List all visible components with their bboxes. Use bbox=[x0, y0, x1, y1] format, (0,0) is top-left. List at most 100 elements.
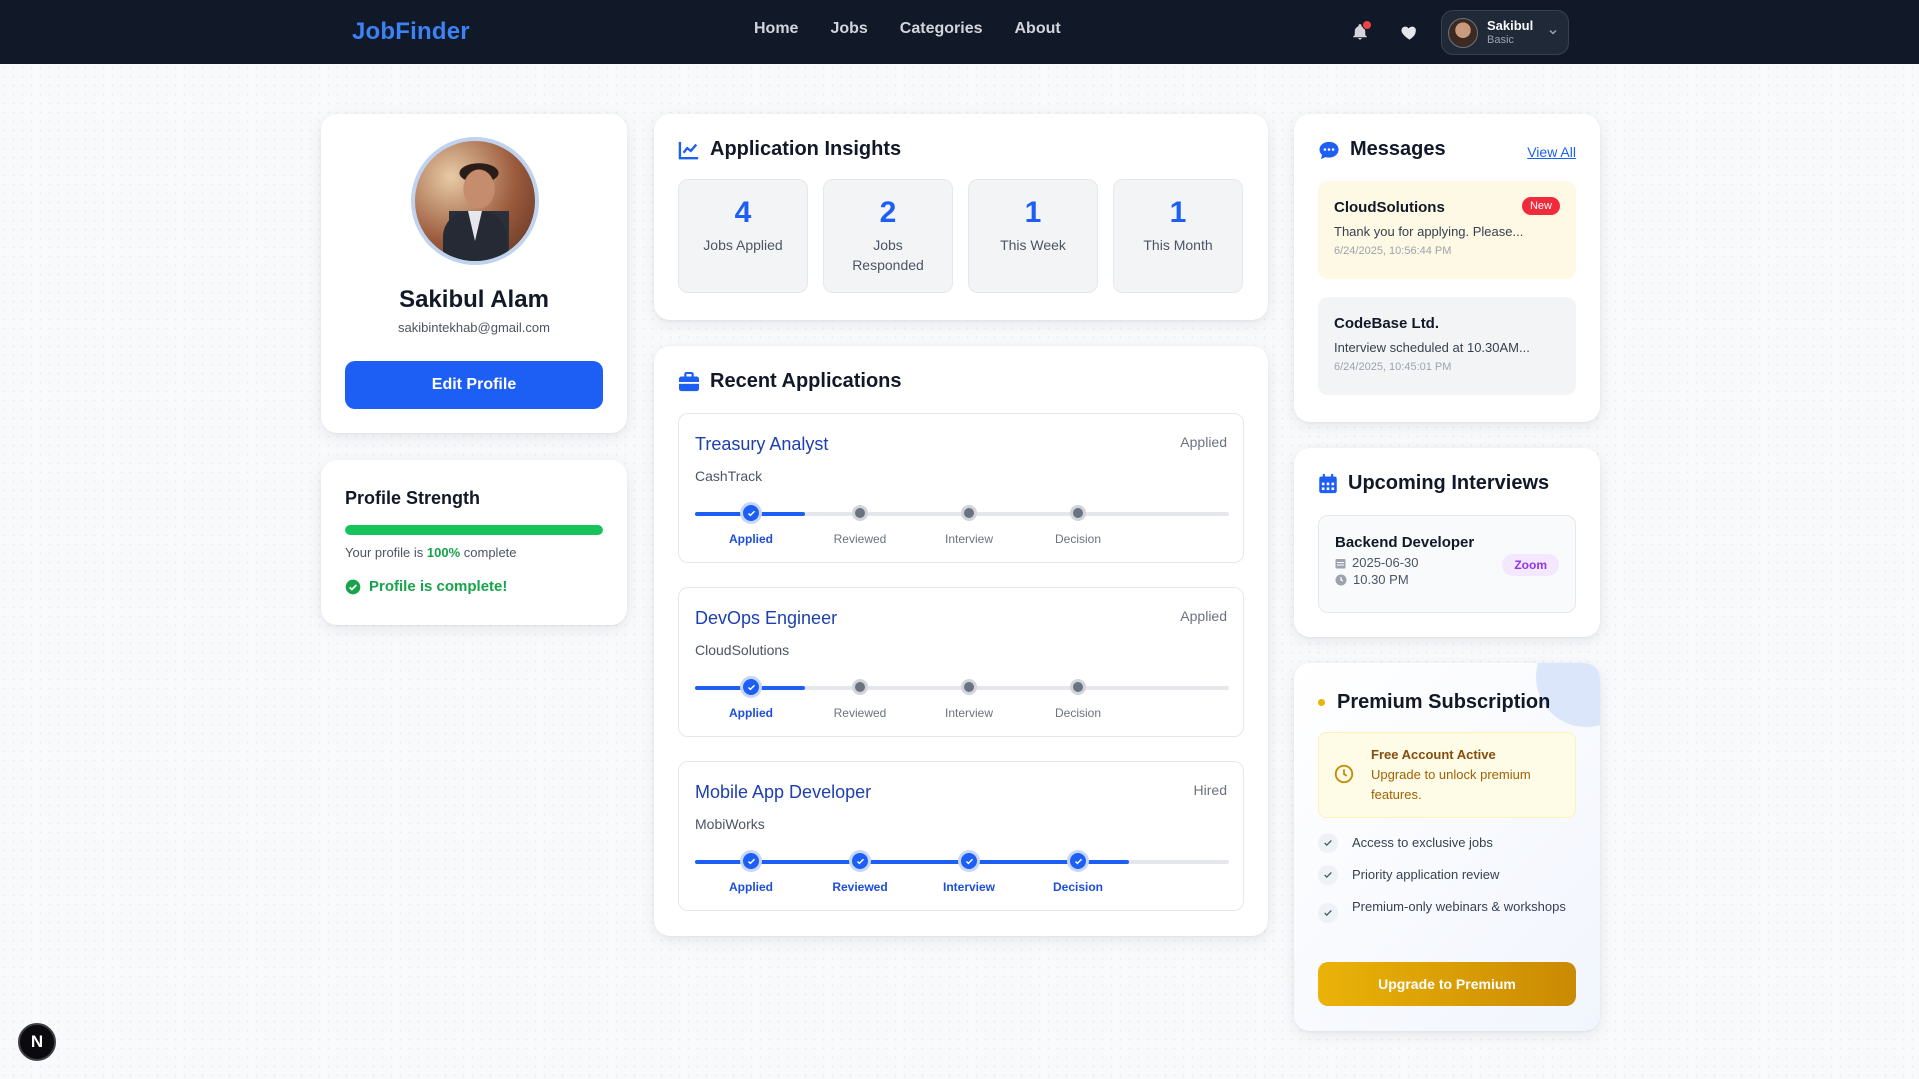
check-circle-icon bbox=[345, 579, 361, 594]
stat-value: 4 bbox=[734, 196, 752, 229]
feature-label: Priority application review bbox=[1352, 867, 1500, 882]
application-company: CloudSolutions bbox=[695, 642, 790, 658]
calendar-small-icon bbox=[1335, 558, 1346, 568]
view-all-messages-link[interactable]: View All bbox=[1527, 144, 1576, 160]
step-label: Reviewed bbox=[832, 880, 888, 894]
platform-badge: Zoom bbox=[1502, 554, 1559, 576]
progress-step-applied: Applied bbox=[701, 502, 801, 546]
profile-strength-fill bbox=[345, 525, 603, 535]
stat-label: Jobs Responded bbox=[852, 237, 924, 273]
message-preview: Interview scheduled at 10.30AM... bbox=[1334, 340, 1530, 355]
step-label: Interview bbox=[942, 880, 996, 894]
step-label: Reviewed bbox=[833, 532, 887, 546]
interviews-title: Upcoming Interviews bbox=[1348, 472, 1550, 494]
application-title[interactable]: Treasury Analyst bbox=[695, 434, 828, 455]
new-badge: New bbox=[1521, 197, 1560, 215]
progress-step-reviewed: Reviewed bbox=[810, 502, 910, 546]
profile-strength-bar bbox=[345, 525, 603, 535]
nav-link-categories[interactable]: Categories bbox=[900, 20, 983, 38]
step-label: Applied bbox=[729, 706, 773, 720]
progress-step-interview: Interview bbox=[919, 850, 1019, 894]
feature-label: Access to exclusive jobs bbox=[1352, 835, 1493, 850]
stat-label: This Week bbox=[1000, 237, 1066, 253]
profile-email: sakibintekhab@gmail.com bbox=[398, 320, 550, 335]
insights-stats: 4 Jobs Applied 2 Jobs Responded 1 This W… bbox=[678, 179, 1244, 293]
favorites-button[interactable] bbox=[1397, 20, 1421, 44]
insights-title: Application Insights bbox=[710, 138, 902, 160]
feature-item: Access to exclusive jobs bbox=[1318, 833, 1576, 853]
step-label: Reviewed bbox=[833, 706, 887, 720]
interview-date: 2025-06-30 bbox=[1352, 555, 1419, 570]
feature-item: Premium-only webinars & workshops bbox=[1318, 897, 1576, 923]
edit-profile-button[interactable]: Edit Profile bbox=[345, 361, 603, 409]
recent-applications-card: Recent Applications Treasury Analyst Cash… bbox=[654, 346, 1268, 936]
step-pending-icon bbox=[852, 505, 868, 521]
progress-step-reviewed: Reviewed bbox=[810, 676, 910, 720]
stat-label: Jobs Applied bbox=[703, 237, 783, 253]
recent-title: Recent Applications bbox=[710, 370, 902, 392]
step-label: Decision bbox=[1054, 706, 1102, 720]
user-name: Sakibul bbox=[1487, 18, 1534, 34]
strength-text-prefix: Your profile is bbox=[345, 545, 427, 560]
progress-step-decision: Decision bbox=[1028, 850, 1128, 894]
dev-tools-badge[interactable]: N bbox=[18, 1023, 56, 1061]
application-company: CashTrack bbox=[695, 468, 763, 484]
upgrade-to-premium-button[interactable]: Upgrade to Premium bbox=[1318, 962, 1576, 1006]
feature-item: Priority application review bbox=[1318, 865, 1576, 885]
calendar-icon bbox=[1319, 473, 1337, 494]
free-account-subtitle: Upgrade to unlock premium features. bbox=[1371, 767, 1531, 802]
application-title[interactable]: DevOps Engineer bbox=[695, 608, 837, 629]
brand-logo[interactable]: JobFinder bbox=[352, 18, 470, 46]
progress-step-applied: Applied bbox=[701, 850, 801, 894]
nav-link-home[interactable]: Home bbox=[754, 20, 798, 38]
user-avatar bbox=[1448, 17, 1478, 48]
profile-strength-text: Your profile is 100% complete bbox=[345, 545, 603, 560]
nav-links: Home Jobs Categories About bbox=[754, 20, 1061, 38]
user-menu-button[interactable]: Sakibul Basic bbox=[1441, 10, 1569, 55]
step-pending-icon bbox=[852, 679, 868, 695]
stat-this-week: 1 This Week bbox=[968, 179, 1098, 293]
application-item[interactable]: DevOps Engineer CloudSolutions Applied Appl… bbox=[678, 587, 1244, 737]
notification-badge bbox=[1362, 20, 1372, 30]
nav-link-jobs[interactable]: Jobs bbox=[830, 20, 867, 38]
strength-percent: 100% bbox=[426, 545, 461, 560]
message-item[interactable]: CodeBase Ltd. Interview scheduled at 10.… bbox=[1318, 297, 1576, 395]
interview-item[interactable]: Backend Developer 2025-06-30 10.30 PM Zo… bbox=[1318, 515, 1576, 613]
premium-subscription-card: Premium Subscription Free Account Active… bbox=[1294, 663, 1600, 1031]
application-item[interactable]: Mobile App Developer MobiWorks Hired Applie… bbox=[678, 761, 1244, 911]
check-icon bbox=[1318, 865, 1338, 885]
application-title[interactable]: Mobile App Developer bbox=[695, 782, 871, 803]
upcoming-interviews-card: Upcoming Interviews Backend Developer 20… bbox=[1294, 448, 1600, 637]
step-pending-icon bbox=[1070, 505, 1086, 521]
step-done-icon bbox=[849, 850, 871, 872]
message-time: 6/24/2025, 10:45:01 PM bbox=[1334, 361, 1452, 373]
check-icon bbox=[1318, 833, 1338, 853]
check-icon bbox=[1318, 903, 1338, 923]
message-item[interactable]: CloudSolutions Thank you for applying. P… bbox=[1318, 181, 1576, 279]
application-item[interactable]: Treasury Analyst CashTrack Applied Applied R… bbox=[678, 413, 1244, 563]
step-done-icon bbox=[958, 850, 980, 872]
interviews-header: Upcoming Interviews bbox=[1318, 472, 1576, 495]
step-label: Interview bbox=[944, 706, 994, 720]
stat-jobs-responded: 2 Jobs Responded bbox=[823, 179, 953, 293]
chat-bubble-icon bbox=[1319, 141, 1339, 159]
free-account-title: Free Account Active bbox=[1371, 747, 1496, 762]
step-label: Decision bbox=[1052, 880, 1103, 894]
stat-label: This Month bbox=[1143, 237, 1213, 253]
profile-name: Sakibul Alam bbox=[399, 286, 549, 313]
nav-link-about[interactable]: About bbox=[1015, 20, 1061, 38]
progress-step-decision: Decision bbox=[1028, 676, 1128, 720]
strength-text-suffix: complete bbox=[460, 545, 517, 560]
profile-strength-card: Profile Strength Your profile is 100% co… bbox=[321, 460, 627, 625]
progress-step-applied: Applied bbox=[701, 676, 801, 720]
clock-alert-icon bbox=[1334, 764, 1354, 784]
chart-line-icon bbox=[678, 141, 699, 159]
application-status: Applied bbox=[1180, 434, 1227, 450]
message-preview: Thank you for applying. Please... bbox=[1334, 224, 1524, 239]
application-insights-card: Application Insights 4 Jobs Applied 2 Jo… bbox=[654, 114, 1268, 320]
clock-icon bbox=[1335, 574, 1347, 585]
step-pending-icon bbox=[961, 505, 977, 521]
notifications-button[interactable] bbox=[1348, 20, 1372, 44]
profile-card: Sakibul Alam sakibintekhab@gmail.com Edi… bbox=[321, 114, 627, 433]
message-sender: CodeBase Ltd. bbox=[1334, 315, 1440, 332]
